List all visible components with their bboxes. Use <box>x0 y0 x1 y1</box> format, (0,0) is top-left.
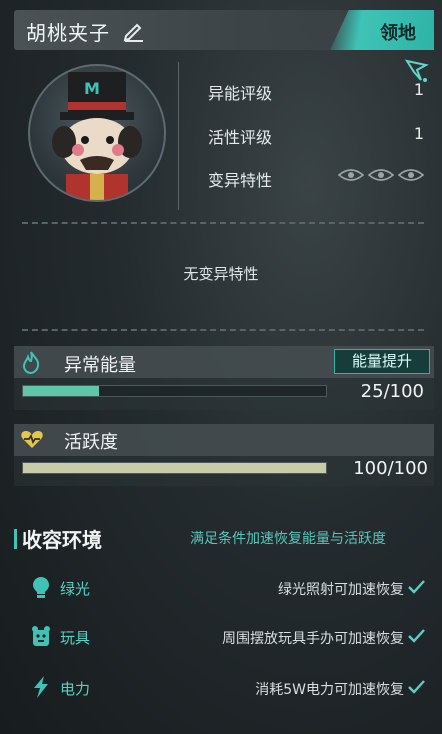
activity-value: 100/100 <box>353 458 428 479</box>
containment-title: 收容环境 <box>22 528 102 552</box>
condition-desc-toys: 周围摆放玩具手办可加速恢复 <box>222 631 404 647</box>
containment-hint: 满足条件加速恢复能量与活跃度 <box>190 531 386 547</box>
heart-pulse-icon <box>20 428 44 450</box>
check-icon <box>406 677 426 697</box>
eye-icon <box>368 169 394 181</box>
lightning-icon <box>30 675 52 698</box>
flame-icon <box>20 350 42 375</box>
divider-top <box>22 222 424 224</box>
stat-activity-value: 1 <box>413 124 424 143</box>
svg-text:M: M <box>84 79 100 98</box>
energy-boost-button[interactable]: 能量提升 <box>334 349 430 374</box>
condition-label-power: 电力 <box>60 680 91 698</box>
portrait-divider <box>178 62 179 210</box>
condition-label-green-light: 绿光 <box>60 580 91 598</box>
activity-title: 活跃度 <box>64 432 118 453</box>
energy-bar <box>22 385 327 397</box>
stat-mutation-label: 变异特性 <box>208 171 273 190</box>
lightbulb-icon <box>30 575 52 598</box>
eye-icon <box>338 169 364 181</box>
stat-activity-label: 活性评级 <box>208 128 273 147</box>
activity-bar-fill <box>23 463 326 473</box>
energy-value: 25/100 <box>360 381 424 402</box>
character-name: 胡桃夹子 <box>26 21 110 45</box>
territory-label[interactable]: 领地 <box>380 19 416 45</box>
energy-bar-fill <box>23 386 99 396</box>
mutation-slots <box>338 168 424 184</box>
toy-icon <box>30 624 52 646</box>
stat-ability-label: 异能评级 <box>208 84 273 103</box>
no-mutation-text: 无变异特性 <box>183 265 259 283</box>
stat-ability-value: 1 <box>413 80 424 99</box>
activity-bar <box>22 462 327 474</box>
section-accent <box>14 529 17 549</box>
divider-bottom <box>22 329 424 331</box>
nutcracker-portrait: M <box>28 64 166 202</box>
edit-name-icon[interactable] <box>122 18 146 42</box>
check-icon <box>406 577 426 597</box>
energy-title: 异常能量 <box>64 355 136 376</box>
eye-icon <box>398 169 424 181</box>
condition-desc-green-light: 绿光照射可加速恢复 <box>278 582 404 598</box>
condition-label-toys: 玩具 <box>60 629 91 647</box>
condition-desc-power: 消耗5W电力可加速恢复 <box>255 682 404 698</box>
check-icon <box>406 626 426 646</box>
